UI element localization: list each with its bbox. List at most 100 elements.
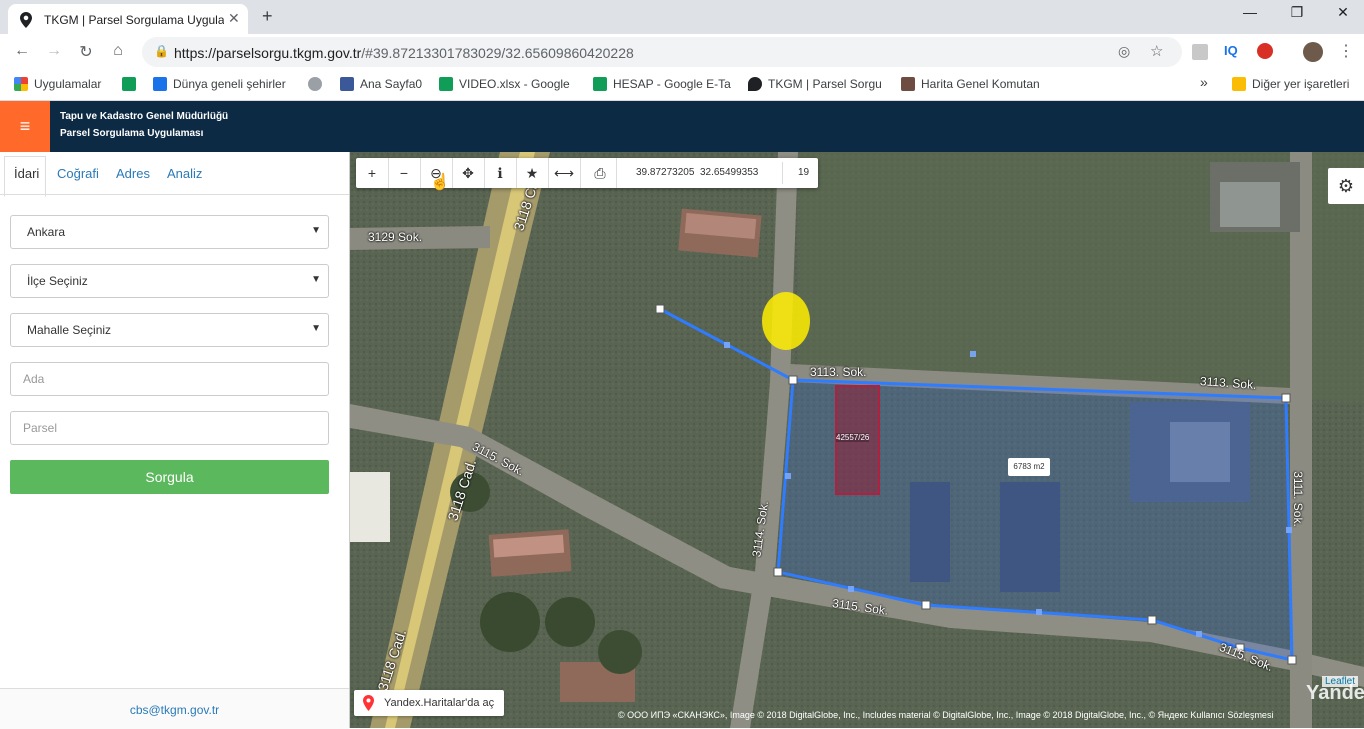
map-pin-icon	[363, 695, 374, 711]
bookmark-label: Uygulamalar	[34, 77, 102, 91]
bookmarks-bar: Uygulamalar Dünya geneli şehirler Ana Sa…	[0, 70, 1364, 101]
hand-cursor-icon: ☝	[430, 174, 450, 191]
map-attribution: © ООО ИПЭ «СКАНЭКС», Image © 2018 Digita…	[618, 710, 1274, 720]
street-label: 3113. Sok.	[810, 365, 867, 379]
menu-icon[interactable]: ⋮	[1338, 41, 1354, 61]
bookmark-hesap[interactable]: HESAP - Google E-Ta	[593, 77, 731, 91]
bookmark-label: Diğer yer işaretleri	[1252, 77, 1350, 91]
tab-analiz[interactable]: Analiz	[167, 166, 202, 181]
tab-title: TKGM | Parsel Sorgulama Uygula	[44, 13, 224, 27]
bookmark-star-icon[interactable]: ☆	[1150, 42, 1163, 60]
info-button[interactable]: ℹ	[484, 158, 517, 188]
tab-adres[interactable]: Adres	[116, 166, 150, 181]
extension-icon[interactable]	[1192, 44, 1208, 60]
sheets-icon	[593, 77, 607, 91]
coord-lon: 32.65499353	[699, 167, 759, 178]
cursor-highlight	[762, 292, 810, 350]
bookmark-video[interactable]: VIDEO.xlsx - Google	[439, 77, 570, 91]
bookmark-tkgm[interactable]: TKGM | Parsel Sorgu	[748, 77, 882, 91]
hamburger-menu-icon[interactable]: ≡	[0, 101, 50, 152]
tab-close-icon[interactable]: ✕	[228, 10, 240, 27]
bookmark-globe[interactable]	[308, 77, 328, 91]
url-text: https://parselsorgu.tkgm.gov.tr/#39.8721…	[174, 45, 634, 61]
app-header: ≡ Tapu ve Kadastro Genel Müdürlüğü Parse…	[0, 101, 1364, 152]
ilce-select[interactable]: İlçe Seçiniz ▼	[10, 264, 329, 298]
bookmark-dunya[interactable]: Dünya geneli şehirler	[153, 77, 286, 91]
print-button[interactable]: ⎙	[584, 158, 617, 188]
chart-icon	[153, 77, 167, 91]
tabs-divider	[0, 194, 349, 195]
settings-gear-icon[interactable]: ⚙	[1328, 168, 1364, 204]
minimize-button[interactable]: —	[1238, 4, 1262, 20]
parcel-label: 42557/26	[836, 433, 870, 442]
bookmark-label: TKGM | Parsel Sorgu	[768, 77, 882, 91]
close-window-button[interactable]: ✕	[1331, 4, 1355, 21]
sorgula-button[interactable]: Sorgula	[10, 460, 329, 494]
open-in-yandex-button[interactable]: Yandex.Haritalar'da aç	[354, 690, 504, 716]
street-label: 3111. Sok.	[1290, 471, 1305, 527]
bookmark-anasayfa[interactable]: Ana Sayfa0	[340, 77, 422, 91]
apps-icon	[14, 77, 28, 91]
contact-email-link[interactable]: cbs@tkgm.gov.tr	[0, 703, 349, 717]
ilce-select-value: İlçe Seçiniz	[27, 274, 88, 288]
bookmark-apps[interactable]: Uygulamalar	[14, 77, 101, 91]
caret-down-icon: ▼	[311, 274, 321, 285]
ada-input[interactable]: Ada	[10, 362, 329, 396]
lock-icon: 🔒	[154, 44, 169, 58]
sheets-icon[interactable]	[122, 77, 142, 91]
il-select[interactable]: Ankara ▼	[10, 215, 329, 249]
shield-icon	[901, 77, 915, 91]
url-host: https://parselsorgu.tkgm.gov.tr	[174, 45, 362, 61]
bookmark-label: Ana Sayfa0	[360, 77, 423, 91]
sheets-icon	[439, 77, 453, 91]
ada-placeholder: Ada	[23, 372, 45, 386]
globe-icon	[308, 77, 322, 91]
more-bookmarks-button[interactable]: »	[1200, 74, 1208, 90]
measure-button[interactable]: ⟷	[548, 158, 581, 188]
address-bar[interactable]: 🔒 https://parselsorgu.tkgm.gov.tr/#39.87…	[142, 37, 1182, 67]
app-title-line1: Tapu ve Kadastro Genel Müdürlüğü	[60, 111, 229, 122]
parsel-input[interactable]: Parsel	[10, 411, 329, 445]
map-pin-icon	[748, 77, 762, 91]
iq-extension-icon[interactable]: IQ	[1224, 43, 1238, 58]
caret-down-icon: ▼	[311, 225, 321, 236]
coord-lat: 39.87273205	[636, 167, 695, 178]
bookmark-harita[interactable]: Harita Genel Komutan	[901, 77, 1040, 91]
locate-button[interactable]: ✥	[452, 158, 485, 188]
block-extension-icon[interactable]	[1257, 43, 1273, 59]
browser-tab[interactable]: TKGM | Parsel Sorgulama Uygula ✕	[8, 4, 248, 34]
parsel-placeholder: Parsel	[23, 421, 58, 435]
mahalle-select[interactable]: Mahalle Seçiniz ▼	[10, 313, 329, 347]
map-toolbar: + − ⊖ ✥ ℹ ★ ⟷ ⎙ 39.87273205 32.65499353 …	[356, 158, 818, 188]
il-select-value: Ankara	[27, 225, 66, 239]
url-path: /#39.87213301783029/32.65609860420228	[361, 45, 634, 61]
search-panel: İdari Coğrafi Adres Analiz Ankara ▼ İlçe …	[0, 152, 350, 729]
bookmark-label: Dünya geneli şehirler	[173, 77, 286, 91]
location-icon[interactable]: ◎	[1118, 43, 1130, 60]
bookmark-label: Harita Genel Komutan	[921, 77, 1040, 91]
avatar[interactable]	[1303, 42, 1323, 62]
new-tab-button[interactable]: +	[262, 6, 273, 27]
back-icon[interactable]: ←	[12, 42, 32, 60]
reload-icon[interactable]: ↻	[76, 42, 96, 62]
forward-icon[interactable]: →	[44, 42, 64, 60]
home-icon[interactable]: ⌂	[108, 42, 128, 60]
browser-toolbar: ← → ↻ ⌂ 🔒 https://parselsorgu.tkgm.gov.t…	[0, 34, 1364, 70]
leaflet-link[interactable]: Leaflet	[1322, 676, 1359, 687]
toolbar-divider	[782, 162, 783, 184]
map-view[interactable]: 3129 Sok. 3118 Cad. 3118 Cad. 3118 Cad. …	[350, 152, 1364, 728]
zoom-level: 19	[798, 167, 810, 178]
bookmark-label: HESAP - Google E-Ta	[613, 77, 731, 91]
caret-down-icon: ▼	[311, 323, 321, 334]
zoom-in-button[interactable]: +	[356, 158, 389, 188]
restore-button[interactable]: ❐	[1285, 4, 1309, 21]
folder-icon	[1232, 77, 1246, 91]
zoom-out-button[interactable]: −	[388, 158, 421, 188]
other-bookmarks[interactable]: Diğer yer işaretleri	[1232, 77, 1349, 91]
tab-cografi[interactable]: Coğrafi	[57, 166, 99, 181]
favorite-button[interactable]: ★	[516, 158, 549, 188]
bookmark-label: VIDEO.xlsx - Google	[459, 77, 570, 91]
mahalle-select-value: Mahalle Seçiniz	[27, 323, 112, 337]
street-label: 3129 Sok.	[368, 230, 423, 244]
tab-idari[interactable]: İdari	[14, 166, 39, 181]
